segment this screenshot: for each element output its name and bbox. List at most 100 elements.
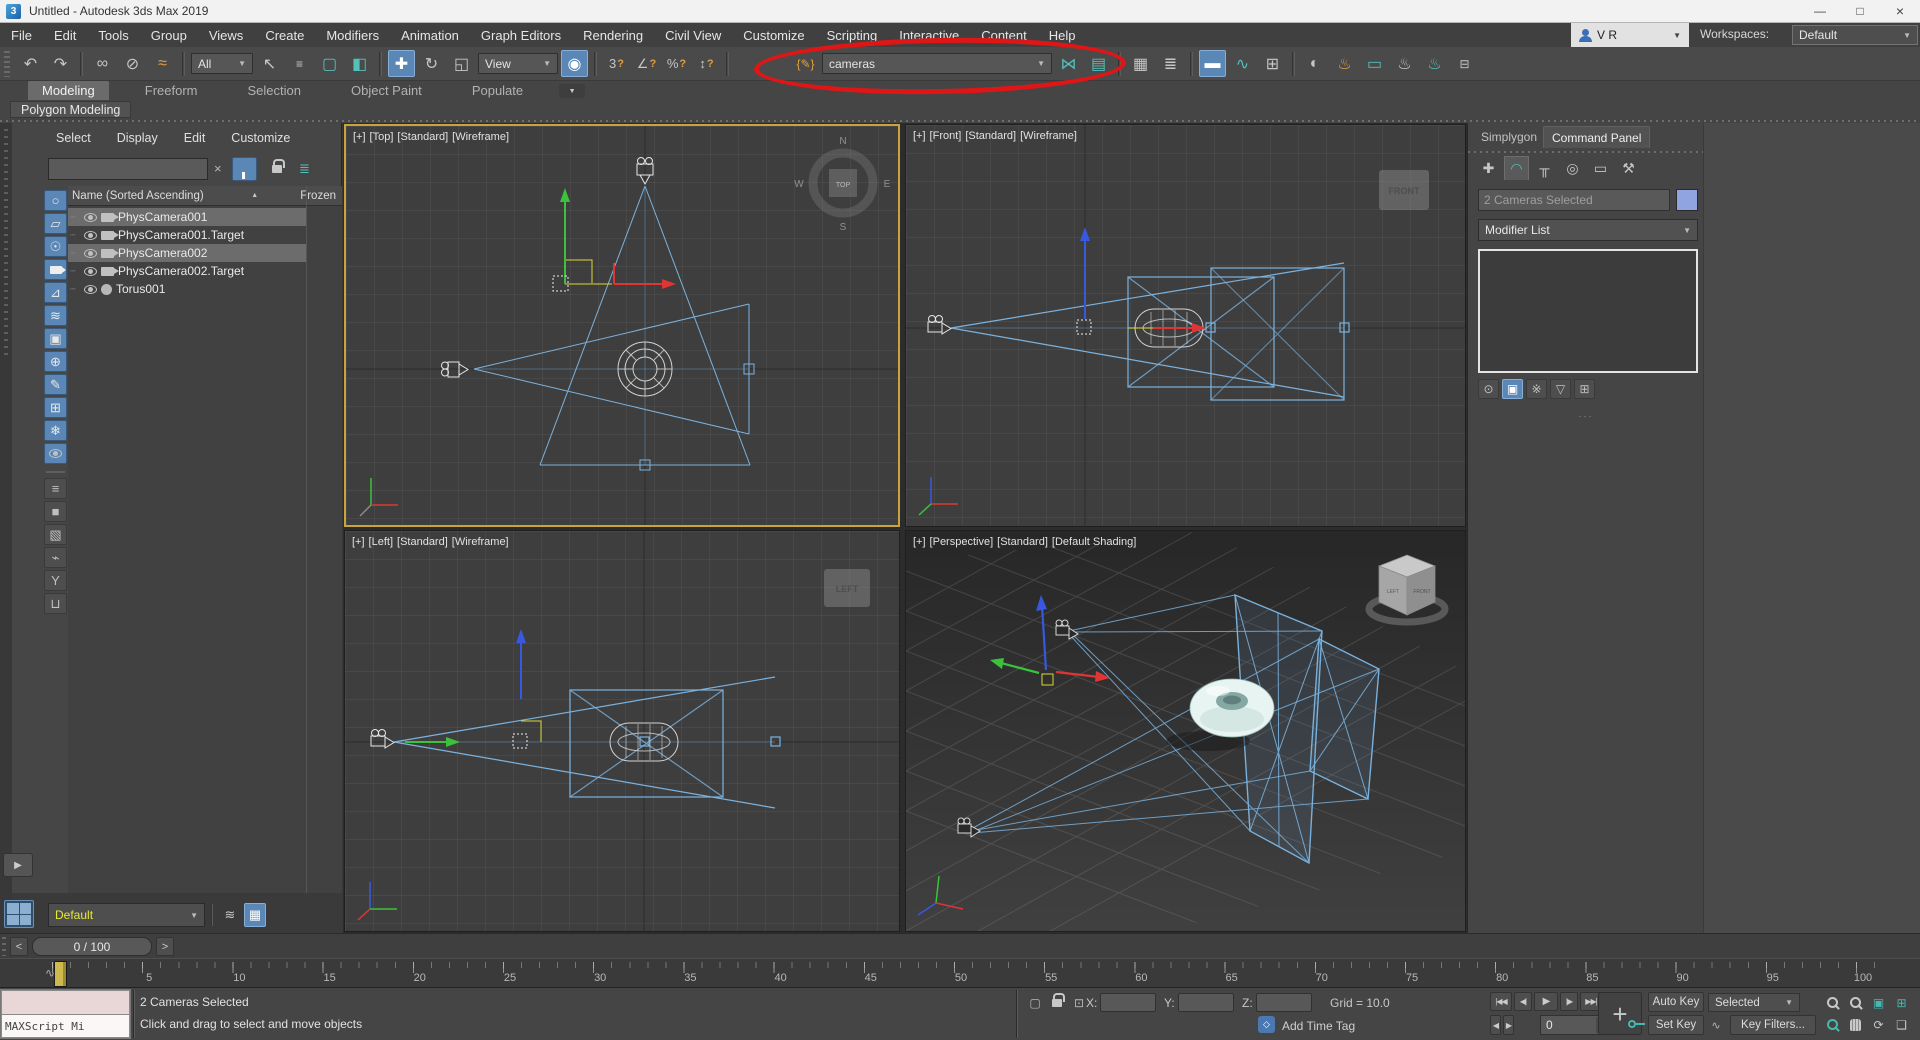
viewport-perspective-canvas[interactable]: LEFT FRONT — [906, 531, 1465, 931]
render-setup-button[interactable]: ♨ — [1331, 50, 1358, 77]
sync-selection-button[interactable]: ≣ — [292, 157, 317, 181]
zoom-button[interactable] — [1822, 993, 1843, 1012]
y-coordinate-field[interactable] — [1178, 993, 1234, 1012]
play-button[interactable]: ▶ — [1534, 992, 1558, 1011]
select-by-name-button[interactable]: ≡ — [286, 50, 313, 77]
menu-scripting[interactable]: Scripting — [816, 23, 889, 47]
ribbon-tab-populate[interactable]: Populate — [458, 81, 537, 100]
viewport-menu-general[interactable]: [+] — [913, 536, 926, 548]
next-frame-button[interactable]: > — [156, 937, 174, 956]
named-selection-sets-dropdown[interactable]: cameras ▼ — [822, 53, 1052, 74]
maxscript-mini-listener[interactable]: MAXScript Mi — [0, 989, 131, 1039]
bind-to-spacewarp-button[interactable]: ≈ — [149, 50, 176, 77]
object-color-swatch[interactable] — [1676, 189, 1698, 211]
lock-explorer-button[interactable] — [264, 157, 289, 181]
menu-animation[interactable]: Animation — [390, 23, 470, 47]
pin-stack-button[interactable]: ⊙ — [1478, 379, 1499, 399]
layer-explorer-toggle-button[interactable]: ▦ — [244, 903, 266, 927]
pick-tool-button[interactable]: ⌁ — [44, 547, 67, 568]
material-editor-button[interactable]: ◐ — [1301, 50, 1328, 77]
minimize-button[interactable]: — — [1800, 0, 1840, 22]
set-key-button[interactable]: Set Key — [1648, 1015, 1704, 1035]
menu-group[interactable]: Group — [140, 23, 198, 47]
mirror-button[interactable]: ⋈ — [1055, 50, 1082, 77]
key-mode-dropdown[interactable]: Selected ▼ — [1708, 993, 1800, 1012]
viewport-menu-shading[interactable]: [Wireframe] — [452, 131, 509, 143]
menu-edit[interactable]: Edit — [43, 23, 87, 47]
viewport-left[interactable]: [+] [Left] [Standard] [Wireframe] LEFT — [344, 530, 900, 932]
select-object-button[interactable]: ↖ — [256, 50, 283, 77]
explorer-header-row[interactable]: Name (Sorted Ascending) ▲ Frozen — [68, 186, 342, 206]
maxscript-output-field[interactable] — [2, 991, 129, 1014]
viewport-menu-pov[interactable]: [Left] — [369, 536, 393, 548]
timeline-playhead[interactable] — [54, 961, 67, 987]
menu-file[interactable]: File — [0, 23, 43, 47]
active-layer-dropdown[interactable]: Default ▼ — [48, 903, 205, 927]
time-slider[interactable]: 0 / 100 — [32, 937, 152, 956]
eye-icon[interactable] — [84, 231, 97, 240]
viewport-perspective[interactable]: [+] [Perspective] [Standard] [Default Sh… — [905, 530, 1466, 932]
auto-key-button[interactable]: Auto Key — [1648, 992, 1704, 1012]
polygon-modeling-panel[interactable]: Polygon Modeling — [10, 101, 131, 118]
menu-content[interactable]: Content — [970, 23, 1038, 47]
select-and-move-button[interactable]: ✚ — [388, 50, 415, 77]
edit-named-selection-sets-button[interactable]: {✎} — [792, 50, 819, 77]
selection-region-button[interactable]: ▢ — [316, 50, 343, 77]
modify-tab-button[interactable]: ◠ — [1504, 156, 1529, 180]
viewport-menu-renderer[interactable]: [Standard] — [397, 131, 448, 143]
select-and-scale-button[interactable]: ◱ — [448, 50, 475, 77]
menu-views[interactable]: Views — [198, 23, 254, 47]
zoom-extents-all-button[interactable]: ⊞ — [1891, 993, 1912, 1012]
key-filters-button[interactable]: Key Filters... — [1730, 1015, 1816, 1035]
viewcube[interactable]: LEFT FRONT — [1369, 555, 1445, 622]
orbit-button[interactable]: ⟳ — [1868, 1015, 1889, 1034]
explorer-menu-display[interactable]: Display — [117, 131, 158, 145]
window-crossing-toggle[interactable]: ◧ — [346, 50, 373, 77]
modifier-list-dropdown[interactable]: Modifier List ▼ — [1478, 219, 1698, 241]
reference-coordinate-dropdown[interactable]: View ▼ — [478, 53, 558, 74]
add-time-tag-button[interactable]: Add Time Tag — [1282, 1019, 1355, 1033]
table-row[interactable]: ┄PhysCamera002.Target — [68, 262, 306, 280]
select-and-rotate-button[interactable]: ↻ — [418, 50, 445, 77]
undo-button[interactable]: ↶ — [17, 50, 44, 77]
snaps-toggle-button[interactable]: 3? — [603, 50, 630, 77]
viewport-menu-renderer[interactable]: [Standard] — [397, 536, 448, 548]
hierarchy-tab-button[interactable]: ╥ — [1532, 156, 1557, 180]
viewport-menu-shading[interactable]: [Wireframe] — [452, 536, 509, 548]
tab-command-panel[interactable]: Command Panel — [1543, 126, 1650, 148]
viewport-menu-renderer[interactable]: [Standard] — [965, 130, 1016, 142]
viewport-menu-shading[interactable]: [Wireframe] — [1020, 130, 1077, 142]
z-coordinate-field[interactable] — [1256, 993, 1312, 1012]
explorer-search-input[interactable] — [49, 159, 207, 179]
utilities-tab-button[interactable]: ⚒ — [1616, 156, 1641, 180]
filter-groups-button[interactable]: ⊞ — [44, 397, 67, 418]
percent-snap-button[interactable]: %? — [663, 50, 690, 77]
object-name-field[interactable]: 2 Cameras Selected — [1478, 189, 1670, 211]
create-tab-button[interactable]: ✚ — [1476, 156, 1501, 180]
ribbon-tab-selection[interactable]: Selection — [234, 81, 315, 100]
viewport-menu-renderer[interactable]: [Standard] — [997, 536, 1048, 548]
selection-lock-toggle[interactable] — [1048, 994, 1066, 1012]
pan-view-button[interactable] — [1845, 1015, 1866, 1034]
unlink-selection-button[interactable]: ⊘ — [119, 50, 146, 77]
default-tangents-button[interactable]: ∿ — [1707, 1016, 1725, 1034]
menu-help[interactable]: Help — [1038, 23, 1087, 47]
close-button[interactable]: × — [1880, 0, 1920, 22]
ribbon-tab-object-paint[interactable]: Object Paint — [337, 81, 436, 100]
filter-xrefs-button[interactable]: ⊕ — [44, 351, 67, 372]
viewport-menu-general[interactable]: [+] — [353, 131, 366, 143]
viewport-front[interactable]: [+] [Front] [Standard] [Wireframe] FRONT — [905, 124, 1466, 527]
menu-civil-view[interactable]: Civil View — [654, 23, 732, 47]
viewport-layout-tabs-button[interactable] — [4, 900, 34, 928]
schematic-view-button[interactable]: ⊞ — [1259, 50, 1286, 77]
filter-cameras-button[interactable] — [44, 259, 67, 280]
ribbon-overflow-button[interactable]: ▼ — [559, 84, 585, 98]
table-row[interactable]: ┄Torus001 — [68, 280, 306, 298]
maxscript-input-field[interactable]: MAXScript Mi — [2, 1015, 129, 1037]
menu-modifiers[interactable]: Modifiers — [315, 23, 390, 47]
clear-search-icon[interactable]: × — [214, 161, 222, 176]
viewport-menu-general[interactable]: [+] — [913, 130, 926, 142]
render-in-cloud-button[interactable]: ♨ — [1421, 50, 1448, 77]
menu-tools[interactable]: Tools — [87, 23, 139, 47]
eye-icon[interactable] — [84, 285, 97, 294]
